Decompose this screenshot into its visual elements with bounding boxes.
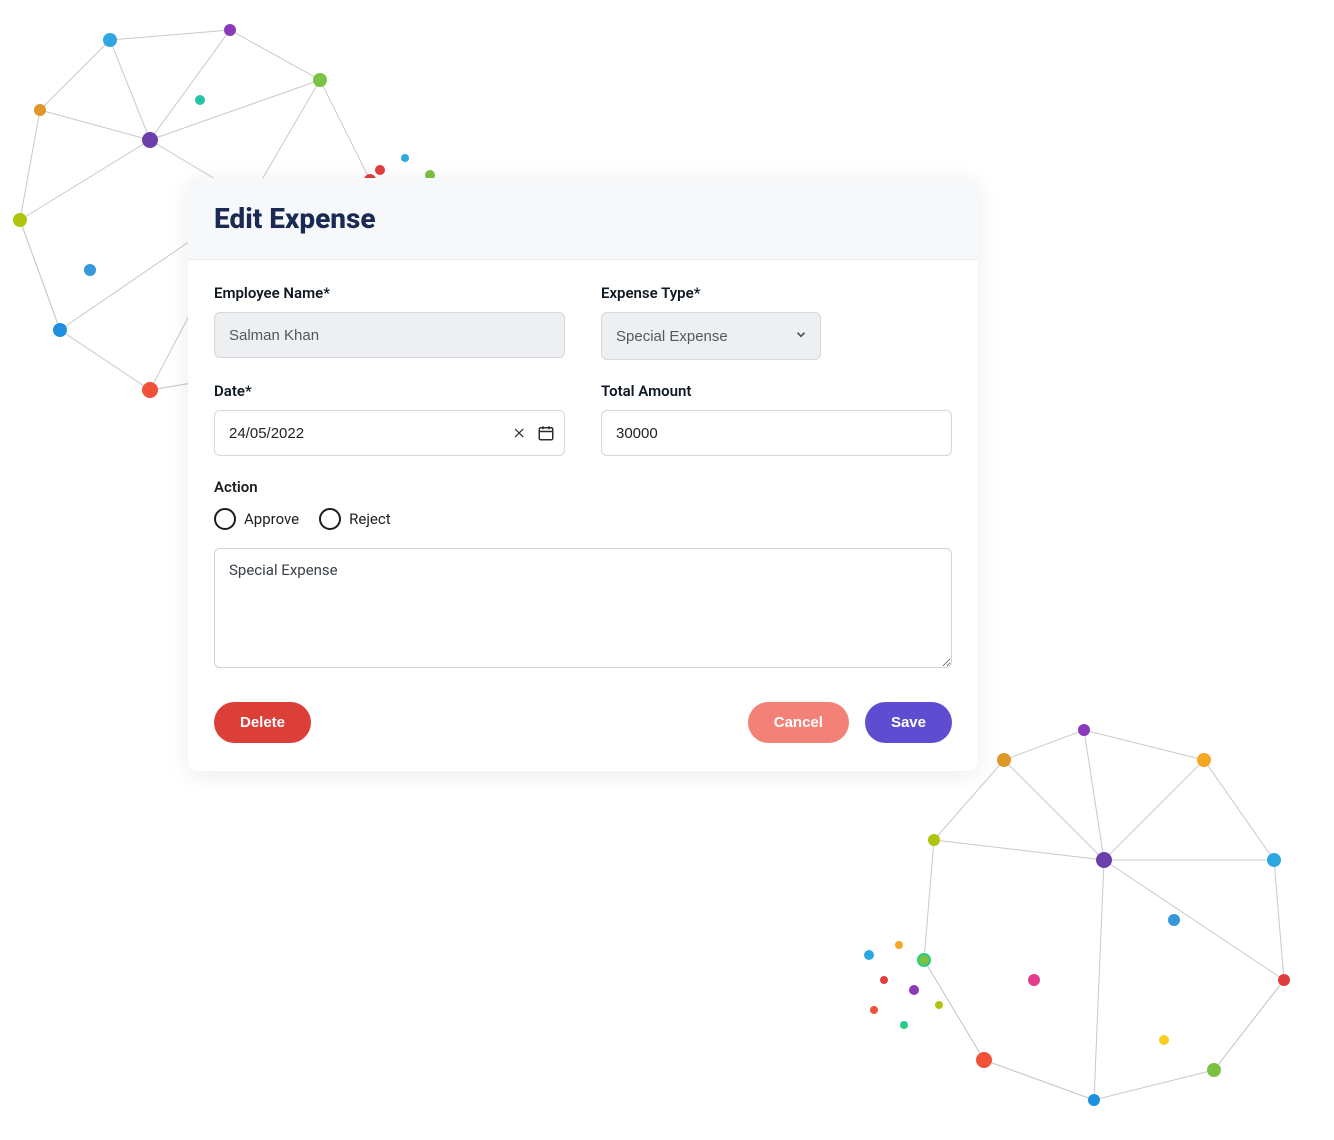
employee-name-input[interactable] xyxy=(214,312,565,358)
clear-icon[interactable] xyxy=(513,426,527,440)
calendar-icon[interactable] xyxy=(537,424,555,442)
decorative-dots xyxy=(844,930,964,1050)
expense-type-field: Expense Type* Special Expense xyxy=(601,284,952,360)
total-amount-label: Total Amount xyxy=(601,382,952,400)
date-field: Date* xyxy=(214,382,565,456)
cancel-button[interactable]: Cancel xyxy=(748,702,849,743)
modal-body: Employee Name* Expense Type* Special Exp… xyxy=(188,260,978,672)
edit-expense-modal: Edit Expense Employee Name* Expense Type… xyxy=(188,178,978,771)
delete-button[interactable]: Delete xyxy=(214,702,311,743)
approve-radio[interactable]: Approve xyxy=(214,508,299,530)
modal-header: Edit Expense xyxy=(188,178,978,260)
modal-title: Edit Expense xyxy=(214,202,952,235)
approve-radio-label: Approve xyxy=(244,510,299,528)
expense-type-label: Expense Type* xyxy=(601,284,952,302)
action-label: Action xyxy=(214,478,952,496)
radio-icon xyxy=(214,508,236,530)
reject-radio[interactable]: Reject xyxy=(319,508,391,530)
total-amount-input[interactable] xyxy=(601,410,952,456)
notes-textarea[interactable] xyxy=(214,548,952,668)
expense-type-select[interactable]: Special Expense xyxy=(602,313,820,359)
save-button[interactable]: Save xyxy=(865,702,952,743)
modal-footer: Delete Cancel Save xyxy=(188,672,978,771)
employee-name-label: Employee Name* xyxy=(214,284,565,302)
action-field: Action Approve Reject xyxy=(214,478,952,530)
employee-name-field: Employee Name* xyxy=(214,284,565,360)
reject-radio-label: Reject xyxy=(349,510,391,528)
total-amount-field: Total Amount xyxy=(601,382,952,456)
date-label: Date* xyxy=(214,382,565,400)
radio-icon xyxy=(319,508,341,530)
